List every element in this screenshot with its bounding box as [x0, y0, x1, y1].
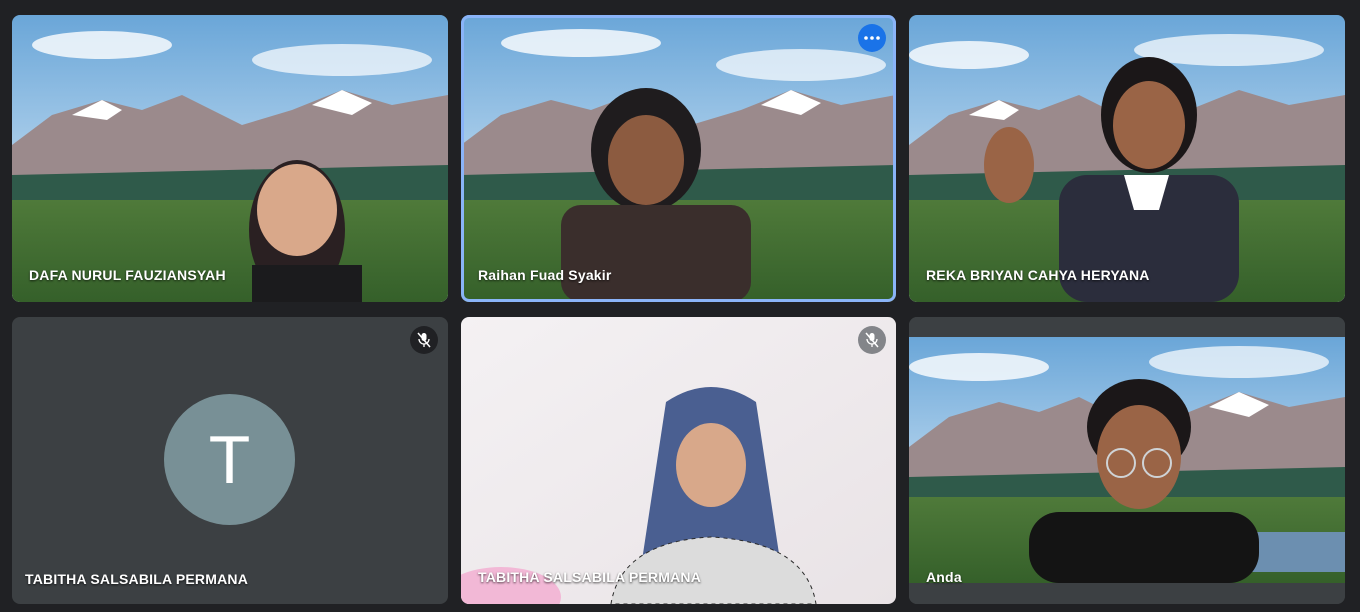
participant-name: REKA BRIYAN CAHYA HERYANA — [926, 267, 1150, 283]
mic-off-icon — [417, 332, 431, 348]
participant-name: Raihan Fuad Syakir — [478, 267, 612, 283]
participant-tile-camera-off[interactable]: T TABITHA SALSABILA PERMANA — [12, 317, 448, 604]
video-feed — [909, 15, 1345, 302]
video-feed — [461, 15, 896, 302]
video-feed — [461, 317, 896, 604]
mic-muted-indicator — [410, 326, 438, 354]
participant-name: TABITHA SALSABILA PERMANA — [478, 569, 702, 585]
mic-muted-indicator — [858, 326, 886, 354]
video-feed — [12, 15, 448, 302]
participant-tile[interactable]: TABITHA SALSABILA PERMANA — [461, 317, 896, 604]
participant-tile[interactable]: REKA BRIYAN CAHYA HERYANA — [909, 15, 1345, 302]
mic-off-icon — [865, 332, 879, 348]
participant-name: TABITHA SALSABILA PERMANA — [25, 571, 249, 587]
avatar-initial: T — [208, 421, 251, 498]
participant-name: Anda — [926, 569, 962, 585]
self-view-tile[interactable]: Anda — [909, 317, 1345, 604]
participant-tile[interactable]: DAFA NURUL FAUZIANSYAH — [12, 15, 448, 302]
avatar: T — [164, 394, 295, 525]
more-options-icon — [864, 36, 880, 40]
participant-name: DAFA NURUL FAUZIANSYAH — [29, 267, 226, 283]
video-feed — [909, 317, 1345, 604]
participant-tile-focused[interactable]: Raihan Fuad Syakir — [461, 15, 896, 302]
more-options-button[interactable] — [858, 24, 886, 52]
